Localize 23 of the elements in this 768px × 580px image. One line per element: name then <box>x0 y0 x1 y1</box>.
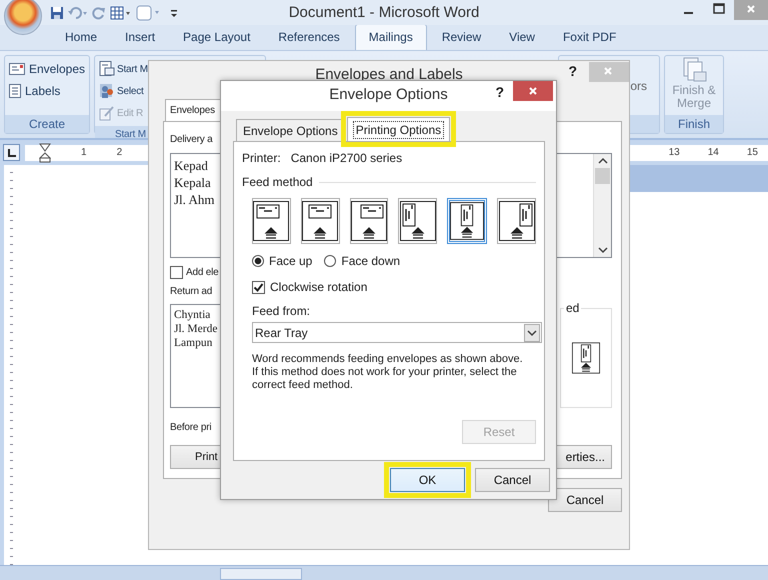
field-label: Before pri <box>170 422 212 435</box>
checkbox-label: Add ele <box>186 266 219 278</box>
radio-label: Face up <box>269 254 312 268</box>
field-label: Return ad <box>170 286 212 299</box>
printer-name: Canon iP2700 series <box>290 151 402 167</box>
group-label: Create <box>5 115 89 133</box>
field-label: Feed from: <box>252 304 310 320</box>
ruler-number: 13 <box>668 147 680 158</box>
ruler-number: 15 <box>746 147 758 158</box>
group-label: Finish <box>665 115 723 133</box>
ruler-number: 2 <box>116 147 122 158</box>
help-text: Word recommends feeding envelopes as shown above. If this method does not work for your printer, select the correct feed method. <box>252 353 524 392</box>
checkbox-label: Clockwise rotation <box>270 280 368 294</box>
section-label: Feed method <box>242 175 313 189</box>
field-label: Delivery a <box>170 134 212 147</box>
ruler-number: 14 <box>708 147 719 158</box>
dialog-title: Envelopes and Labels <box>315 65 463 83</box>
group-label: ed <box>564 301 582 315</box>
field-label: Printer: <box>242 151 281 167</box>
ruler-number: 1 <box>81 147 87 158</box>
radio-label: Face down <box>341 254 400 268</box>
dialog-title: Envelope Options <box>329 85 448 103</box>
window-title: Document1 - Microsoft Word <box>288 4 480 21</box>
